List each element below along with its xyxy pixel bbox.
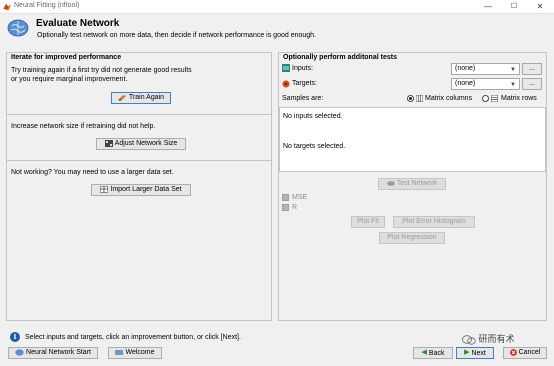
matrix-rows-icon — [491, 95, 498, 102]
improve-panel-title: Iterate for improved performance — [10, 54, 123, 61]
network-icon — [104, 139, 113, 147]
welcome-label: Welcome — [125, 349, 155, 356]
targets-browse-button[interactable]: ... — [522, 78, 542, 90]
cancel-label: Cancel — [518, 349, 541, 356]
next-label: Next — [471, 349, 486, 357]
inputs-icon — [282, 64, 290, 72]
inputs-select-value: (none) — [455, 65, 476, 72]
r-label: R — [292, 204, 298, 211]
adjust-network-size-button[interactable]: Adjust Network Size — [96, 138, 186, 150]
brain-icon — [7, 19, 29, 37]
matrix-rows-radio[interactable] — [482, 95, 489, 102]
maximize-button[interactable]: ☐ — [502, 0, 526, 13]
status-message: Select inputs and targets, click an impr… — [25, 334, 241, 341]
chevron-down-icon: ▼ — [510, 67, 516, 73]
window-title: Neural Fitting (nftool) — [14, 2, 80, 9]
inputs-status: No inputs selected. — [283, 113, 343, 120]
cancel-icon — [509, 348, 517, 356]
matrix-columns-label[interactable]: Matrix columns — [425, 95, 472, 102]
mse-label: MSE — [292, 194, 308, 201]
neural-network-start-button[interactable]: Neural Network Start — [8, 347, 98, 359]
divider — [7, 160, 271, 161]
chevron-down-icon: ▼ — [510, 82, 516, 88]
adjust-network-size-label: Adjust Network Size — [114, 140, 178, 147]
targets-status: No targets selected. — [283, 143, 346, 150]
larger-data-hint: Not working? You may need to use a large… — [11, 169, 174, 176]
arrow-right-icon: ▶ — [464, 349, 470, 356]
window-titlebar: Neural Fitting (nftool) — ☐ ✕ — [0, 0, 554, 14]
divider — [7, 114, 271, 115]
inputs-select[interactable]: (none) ▼ — [451, 63, 520, 75]
train-again-label: Train Again — [128, 94, 165, 101]
watermark-text: 研而有术 — [478, 334, 515, 344]
import-larger-data-button[interactable]: Import Larger Data Set — [91, 184, 191, 196]
inputs-browse-button[interactable]: ... — [522, 63, 542, 75]
cancel-button[interactable]: Cancel — [503, 347, 547, 359]
test-network-button[interactable]: Test Network — [378, 178, 446, 190]
table-icon — [100, 185, 109, 193]
import-larger-data-label: Import Larger Data Set — [110, 186, 182, 193]
inputs-label: Inputs: — [292, 65, 314, 72]
plot-error-histogram-button[interactable]: Plot Error Histogram — [393, 216, 475, 228]
resize-hint: Increase network size if retraining did … — [11, 123, 156, 130]
matlab-logo-icon — [3, 3, 11, 11]
arrow-left-icon: ◀ — [421, 349, 427, 356]
retrain-hint-line2: or you require marginal improvement. — [11, 76, 128, 83]
train-again-button[interactable]: Train Again — [111, 92, 171, 104]
cloud-icon — [386, 181, 395, 187]
info-icon: i — [10, 332, 20, 342]
welcome-button[interactable]: Welcome — [108, 347, 162, 359]
neural-network-start-label: Neural Network Start — [26, 349, 91, 356]
watermark: 研而有术 — [462, 332, 515, 345]
next-button[interactable]: ▶ Next — [456, 347, 494, 359]
tests-panel-title: Optionally perform additonal tests — [282, 54, 398, 61]
matrix-rows-label[interactable]: Matrix rows — [501, 95, 537, 102]
back-button[interactable]: ◀ Back — [413, 347, 453, 359]
train-icon — [117, 94, 126, 101]
page-title: Evaluate Network — [36, 18, 120, 29]
targets-select[interactable]: (none) ▼ — [451, 78, 520, 90]
mse-checkbox — [282, 194, 289, 201]
welcome-icon — [115, 349, 124, 355]
close-button[interactable]: ✕ — [528, 0, 552, 13]
targets-icon — [282, 80, 290, 88]
test-network-label: Test Network — [396, 180, 438, 187]
targets-label: Targets: — [292, 80, 317, 87]
wechat-icon — [462, 334, 476, 345]
back-label: Back — [428, 349, 445, 357]
r-checkbox — [282, 204, 289, 211]
samples-label: Samples are: — [282, 95, 324, 102]
plot-regression-button[interactable]: Plot Regression — [379, 232, 445, 244]
retrain-hint-line1: Try training again if a first try did no… — [11, 67, 192, 74]
targets-select-value: (none) — [455, 80, 476, 87]
matrix-columns-radio[interactable] — [407, 95, 414, 102]
matrix-columns-icon — [416, 95, 423, 102]
page-subtitle: Optionally test network on more data, th… — [37, 32, 316, 39]
brain-icon — [15, 348, 24, 356]
plot-fit-button[interactable]: Plot Fit — [351, 216, 385, 228]
minimize-button[interactable]: — — [476, 0, 500, 13]
